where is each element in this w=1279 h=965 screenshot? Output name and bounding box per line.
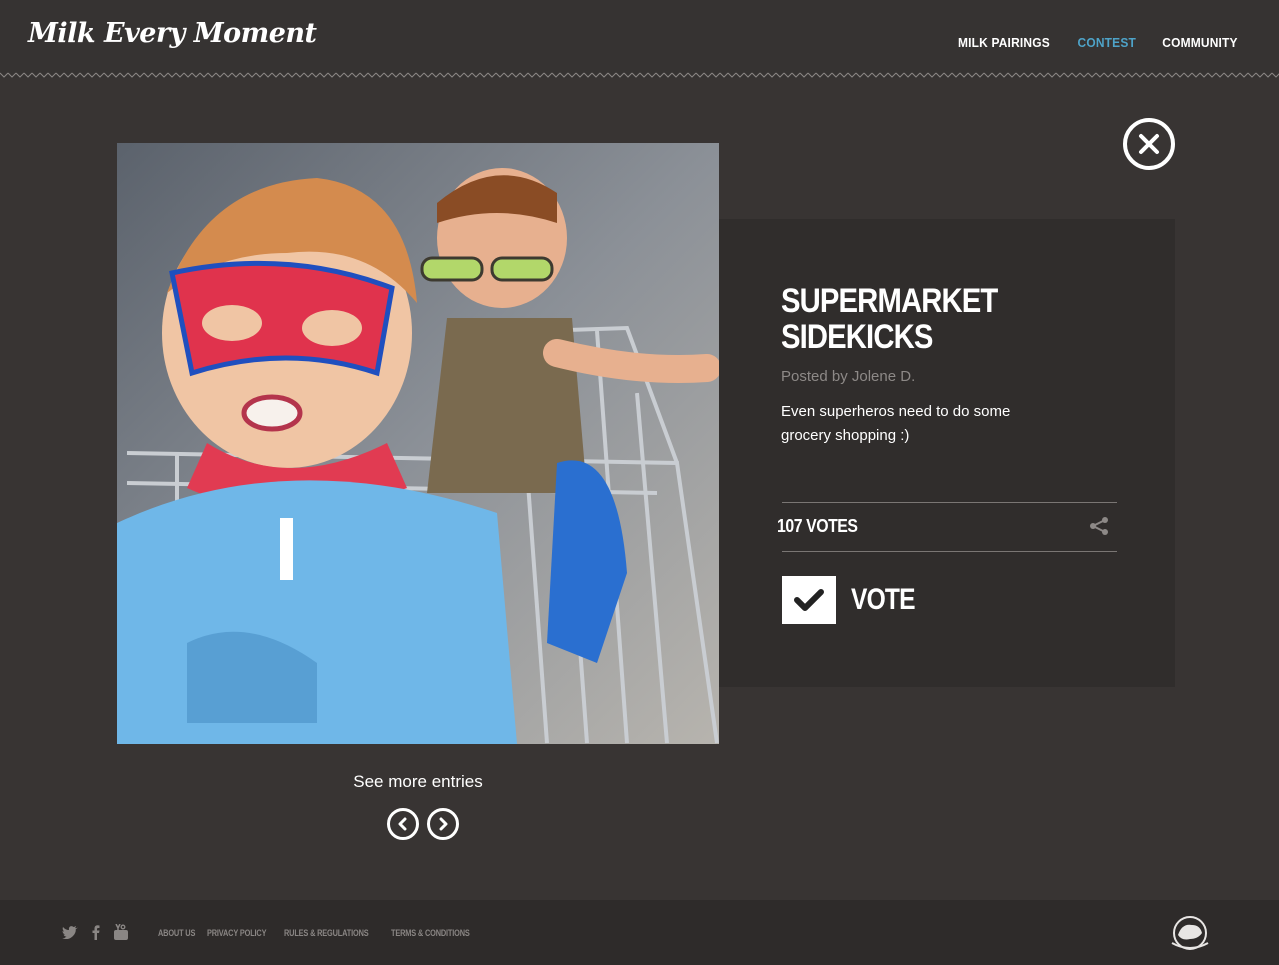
close-icon [1139,134,1159,154]
chevron-left-icon [398,817,407,831]
social-links [62,924,128,940]
footer-link-rules-regulations[interactable]: RULES & REGULATIONS [284,928,369,938]
see-more-entries-label: See more entries [353,772,483,791]
entry-author: Posted by Jolene D. [781,368,916,385]
site-header: Milk Every Moment MILK PAIRINGS CONTEST … [0,0,1279,80]
entry-photo [117,143,719,744]
share-icon[interactable] [1089,517,1109,540]
canadian-milk-badge-icon [1166,913,1214,958]
entry-pager [387,808,459,840]
nav-contest[interactable]: CONTEST [1077,35,1135,50]
twitter-icon[interactable] [62,925,78,939]
youtube-icon[interactable] [114,924,128,940]
footer-link-about-us[interactable]: ABOUT US [158,928,195,938]
site-footer: ABOUT US PRIVACY POLICY RULES & REGULATI… [0,900,1279,965]
checkmark-icon [794,589,824,611]
header-zigzag-divider [0,70,1279,80]
entry-title: SUPERMARKET SIDEKICKS [781,282,998,356]
entry-details-panel: SUPERMARKET SIDEKICKS Posted by Jolene D… [719,219,1175,687]
next-entry-button[interactable] [427,808,459,840]
main-nav: MILK PAIRINGS CONTEST COMMUNITY [954,35,1241,50]
close-button[interactable] [1123,118,1175,170]
previous-entry-button[interactable] [387,808,419,840]
footer-link-privacy-policy[interactable]: PRIVACY POLICY [207,928,267,938]
footer-links: ABOUT US PRIVACY POLICY RULES & REGULATI… [158,928,475,938]
facebook-icon[interactable] [92,924,100,940]
site-logo[interactable]: Milk Every Moment [28,18,317,49]
vote-checkbox[interactable] [782,576,836,624]
entry-description: Even superheros need to do some grocery … [781,403,1011,444]
vote-button[interactable]: VOTE [782,576,929,624]
vote-label: VOTE [851,583,916,616]
nav-community[interactable]: COMMUNITY [1162,35,1237,50]
footer-link-terms-conditions[interactable]: TERMS & CONDITIONS [391,928,470,938]
vote-count: 107 VOTES [777,516,858,536]
vote-summary-bar: 107 VOTES [777,502,1117,552]
nav-milk-pairings[interactable]: MILK PAIRINGS [958,35,1050,50]
chevron-right-icon [439,817,448,831]
